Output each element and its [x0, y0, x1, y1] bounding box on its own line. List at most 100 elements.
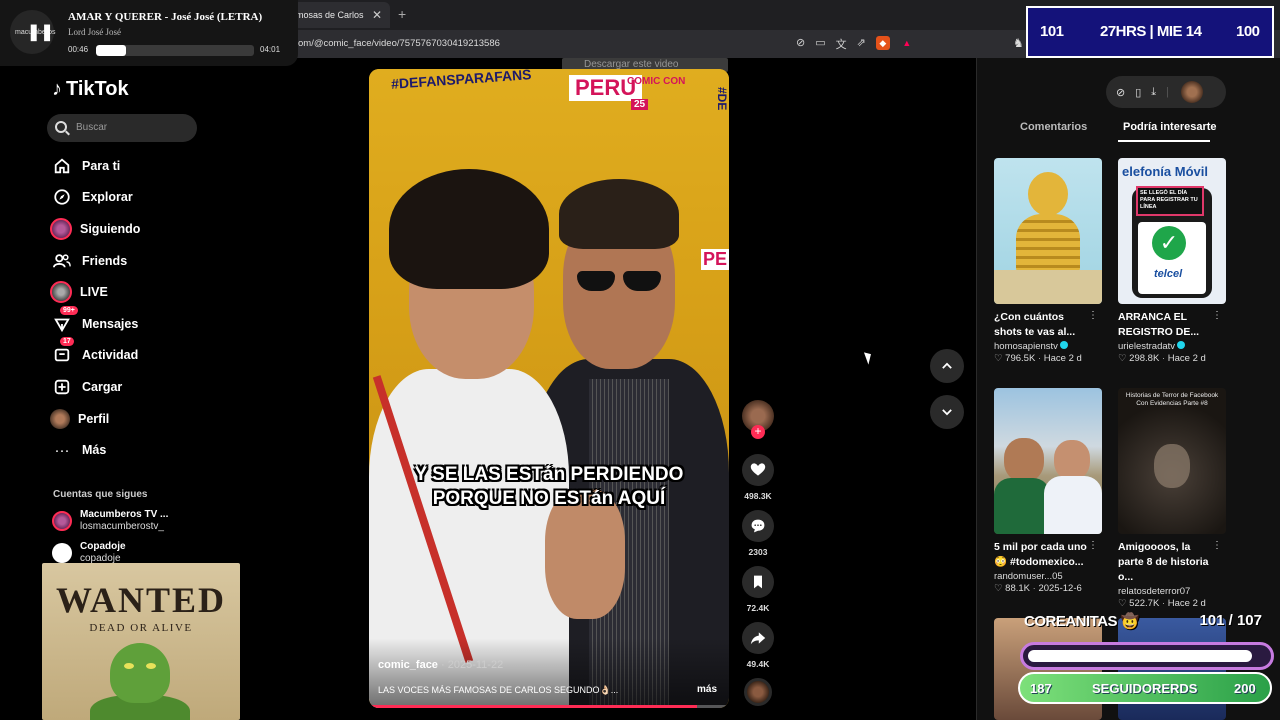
song-progress-fill [96, 45, 127, 56]
caption-line: PORQUE NO ESTán AQUÍ [432, 488, 666, 509]
nav-item-para-ti[interactable]: Para ti [50, 150, 230, 182]
author-handle: comic_face [378, 659, 438, 671]
nav-item-mensajes[interactable]: 99+ Mensajes [50, 305, 230, 340]
video-author[interactable]: comic_face · 2025-11-22 [378, 659, 503, 671]
nav-item-siguiendo[interactable]: Siguiendo [50, 213, 230, 245]
right-tabs: Comentarios Podría interesarte [994, 119, 1234, 143]
like-button[interactable] [742, 454, 774, 486]
following-avatar-icon [50, 217, 72, 240]
nav-label: Friends [82, 253, 128, 268]
previous-video-button[interactable] [930, 349, 964, 383]
search-input[interactable]: Buscar [47, 114, 197, 142]
suggested-video-tile[interactable]: ⋮ 5 mil por cada uno 😳 #todomexico... ra… [994, 388, 1102, 594]
skeleton-ribs [1016, 214, 1080, 274]
brave-shield-icon[interactable]: ◆ [875, 36, 890, 50]
nav-label: Más [82, 443, 107, 458]
url-field[interactable]: om/@comic_face/video/7575767030419213586 [298, 38, 500, 49]
tile-stats: ♡ 522.7K · Hace 2 d [1118, 598, 1206, 609]
suggested-video-tile[interactable]: ⋮ ¿Con cuántos shots te vas al... homosa… [994, 158, 1102, 364]
follow-plus-icon[interactable]: + [751, 425, 765, 439]
song-progress-bar[interactable] [96, 45, 254, 56]
tile-user-row: homosapienstv [994, 341, 1102, 352]
phone-icon[interactable]: ▯ [1135, 86, 1141, 99]
more-options-icon[interactable]: ⋮ [1088, 310, 1098, 321]
nav-item-actividad[interactable]: 17 Actividad [50, 337, 230, 372]
translate-icon[interactable]: 文 [836, 36, 847, 52]
nav-item-explorar[interactable]: Explorar [50, 182, 230, 214]
nav-item-friends[interactable]: Friends [50, 245, 230, 277]
goal-count: 101 / 107 [1199, 612, 1262, 629]
tile-likes: 88.1K [1005, 583, 1030, 594]
followers-label: SEGUIDORERDS [1092, 681, 1198, 696]
nav-label: Explorar [82, 190, 133, 205]
wanted-poster-overlay: WANTED DEAD OR ALIVE [42, 563, 240, 720]
nav-item-perfil[interactable]: Perfil [50, 403, 230, 435]
share-icon[interactable]: ⇗ [857, 36, 866, 52]
home-icon [50, 154, 74, 178]
backdrop-side-text: #DE [715, 87, 729, 111]
tile-user[interactable]: homosapienstv [994, 341, 1058, 352]
video-thumbnail[interactable] [994, 158, 1102, 304]
nav-label: LIVE [80, 285, 108, 300]
goal-progress-bar [1020, 642, 1274, 670]
tab-podria-interesarte[interactable]: Podría interesarte [1123, 121, 1217, 133]
music-disc-icon[interactable] [744, 678, 772, 706]
video-thumbnail[interactable] [994, 388, 1102, 534]
more-options-icon[interactable]: ⋮ [1212, 540, 1222, 551]
tile-stats: ♡ 796.5K · Hace 2 d [994, 353, 1082, 364]
tile-date: Hace 2 d [1167, 353, 1206, 364]
verified-badge-icon [1059, 341, 1068, 349]
young-man [369, 169, 579, 708]
suggested-video-tile[interactable]: Historias de Terror de Facebook Con Evid… [1118, 388, 1226, 609]
brave-rewards-icon[interactable]: ▲ [900, 36, 914, 50]
check-icon: ✓ [1152, 226, 1186, 260]
tile-user[interactable]: relatosdeterror07 [1118, 586, 1190, 597]
next-video-button[interactable] [930, 395, 964, 429]
player-shirt [1044, 476, 1102, 534]
nav-item-live[interactable]: LIVE [50, 276, 230, 308]
nav-label: Actividad [82, 348, 139, 363]
pause-icon[interactable]: ❚❚ [27, 22, 54, 42]
active-tab-underline [1118, 140, 1210, 142]
comment-button[interactable] [742, 510, 774, 542]
tile-user-row: randomuser...05 [994, 571, 1102, 582]
download-icon[interactable]: ⤓ [1151, 86, 1156, 99]
tile-user[interactable]: urielestradatv [1118, 341, 1175, 352]
save-button[interactable] [742, 566, 774, 598]
more-options-icon[interactable]: ⋮ [1088, 540, 1098, 551]
tiktok-logo[interactable]: ♪ TikTok [52, 78, 129, 101]
nav-item-mas[interactable]: ··· Más [50, 434, 230, 466]
following-account[interactable]: Copadoje copadoje [52, 541, 126, 565]
tile-date: Hace 2 d [1043, 353, 1082, 364]
video-player[interactable]: #DEFANSPARAFANS PERU COMIC CON 25 #DE PE… [369, 69, 729, 708]
close-tab-icon[interactable]: ✕ [372, 2, 382, 28]
mute-icon[interactable]: ⊘ [796, 36, 805, 52]
compass-icon[interactable]: ⊘ [1116, 86, 1125, 99]
video-progress-bar[interactable] [369, 705, 729, 708]
table [994, 270, 1102, 304]
video-thumbnail[interactable]: Historias de Terror de Facebook Con Evid… [1118, 388, 1226, 534]
browser-tab[interactable]: mosas de Carlos ✕ [290, 2, 390, 28]
video-date: 2025-11-22 [447, 659, 504, 671]
grinch-eye [146, 663, 156, 669]
cast-icon[interactable]: ▭ [815, 36, 825, 52]
more-button[interactable]: más [697, 684, 717, 695]
following-account[interactable]: Macumberos TV ... losmacumberostv_ [52, 509, 168, 533]
tile-title: Amigoooos, la parte 8 de historia o... [1118, 541, 1209, 583]
tile-title: 5 mil por cada uno 😳 #todomexico... [994, 541, 1087, 568]
tab-comentarios[interactable]: Comentarios [1020, 121, 1087, 133]
extension-icon[interactable]: ♞ [1013, 36, 1024, 50]
new-tab-icon[interactable]: + [398, 6, 406, 22]
more-options-icon[interactable]: ⋮ [1212, 310, 1222, 321]
video-thumbnail[interactable]: elefonía Móvil SE LLEGÓ EL DÍA PARA REGI… [1118, 158, 1226, 304]
thumb-header: elefonía Móvil [1122, 164, 1208, 179]
nav-item-cargar[interactable]: Cargar [50, 371, 230, 403]
tile-user[interactable]: randomuser...05 [994, 571, 1063, 582]
tile-likes: 796.5K [1005, 353, 1036, 364]
video-caption: Y SE LAS ESTán PERDIENDO PORQUE NO ESTán… [369, 463, 729, 511]
suggested-video-tile[interactable]: elefonía Móvil SE LLEGÓ EL DÍA PARA REGI… [1118, 158, 1226, 364]
followers-target: 200 [1234, 681, 1256, 696]
share-button[interactable] [742, 622, 774, 654]
caption-line: Y SE LAS ESTán PERDIENDO [414, 464, 684, 485]
user-avatar[interactable] [1181, 81, 1204, 103]
